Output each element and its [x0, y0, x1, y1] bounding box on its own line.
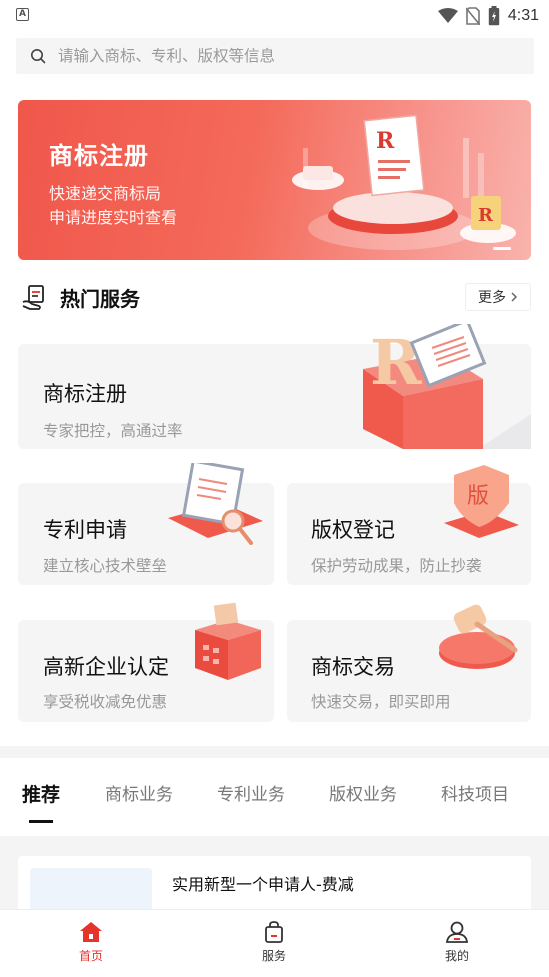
copyright-shield-illustration: 版 — [444, 465, 519, 538]
list-item[interactable]: 实用新型一个申请人-费减 — [18, 856, 531, 916]
card-subtitle: 享受税收减免优惠 — [43, 693, 168, 711]
nav-service[interactable]: 服务 — [234, 920, 314, 964]
wifi-icon — [437, 8, 458, 23]
no-sim-icon — [465, 7, 480, 25]
services-hand-icon — [22, 285, 44, 310]
svg-text:版: 版 — [467, 484, 489, 509]
card-subtitle: 快速交易，即买即用 — [311, 693, 451, 711]
building-illustration — [195, 602, 261, 680]
tab-copyright[interactable]: 版权业务 — [329, 780, 397, 805]
tab-patent[interactable]: 专利业务 — [217, 780, 285, 805]
nav-home[interactable]: 首页 — [51, 920, 131, 964]
chevron-right-icon — [511, 292, 518, 302]
user-icon — [445, 921, 469, 943]
patent-doc-illustration — [168, 463, 263, 545]
svg-text:R: R — [376, 128, 395, 154]
card-subtitle: 专家把控，高通过率 — [43, 422, 183, 440]
home-icon — [80, 922, 102, 942]
service-card-trademark-trade[interactable]: 商标交易 快速交易，即买即用 — [287, 604, 531, 722]
card-title: 版权登记 — [311, 518, 395, 542]
search-bar[interactable] — [16, 38, 534, 74]
section-divider — [0, 746, 549, 758]
service-card-patent[interactable]: 专利申请 建立核心技术壁垒 — [18, 463, 274, 585]
notification-a-icon: A — [16, 8, 29, 21]
hot-services-header: 热门服务 更多 — [18, 280, 531, 314]
list-item-title: 实用新型一个申请人-费减 — [172, 875, 354, 894]
service-card-trademark[interactable]: 商标注册 专家把控，高通过率 R — [18, 324, 531, 449]
card-title: 高新企业认定 — [43, 655, 169, 679]
promo-banner[interactable]: 商标注册 快速递交商标局 申请进度实时查看 R R — [18, 100, 531, 260]
svg-text:R: R — [478, 205, 494, 226]
more-label: 更多 — [478, 290, 506, 306]
service-card-hightech[interactable]: 高新企业认定 享受税收减免优惠 — [18, 602, 274, 722]
card-title: 商标交易 — [311, 655, 395, 679]
status-bar: A 4:31 — [0, 0, 549, 32]
svg-text:R: R — [370, 326, 422, 399]
search-icon — [31, 49, 46, 64]
trademark-r-illustration: R — [363, 324, 531, 449]
card-title: 商标注册 — [43, 382, 127, 406]
card-title: 专利申请 — [43, 518, 127, 542]
category-tabs: 推荐 商标业务 专利业务 版权业务 科技项目 — [0, 758, 549, 836]
nav-home-label: 首页 — [78, 949, 103, 963]
section-title: 热门服务 — [60, 287, 140, 311]
trademark-illustration: R R — [292, 114, 516, 250]
active-tab-indicator — [29, 820, 53, 823]
tab-recommend[interactable]: 推荐 — [22, 780, 60, 807]
nav-service-label: 服务 — [261, 949, 286, 963]
banner-title: 商标注册 — [49, 142, 149, 170]
bag-icon — [265, 921, 283, 943]
battery-icon — [488, 6, 500, 26]
tab-tech-project[interactable]: 科技项目 — [441, 780, 509, 805]
clock: 4:31 — [507, 7, 539, 24]
card-subtitle: 保护劳动成果，防止抄袭 — [311, 557, 482, 575]
nav-mine[interactable]: 我的 — [417, 920, 497, 964]
card-subtitle: 建立核心技术壁垒 — [43, 557, 168, 575]
more-button[interactable]: 更多 — [465, 283, 531, 311]
banner-line-1: 快速递交商标局 — [49, 184, 162, 203]
carousel-indicator — [493, 247, 511, 250]
search-input[interactable] — [58, 47, 498, 65]
service-card-copyright[interactable]: 版权登记 保护劳动成果，防止抄袭 版 — [287, 465, 531, 585]
tab-trademark[interactable]: 商标业务 — [105, 780, 173, 805]
banner-line-2: 申请进度实时查看 — [49, 208, 178, 227]
product-list: 实用新型一个申请人-费减 — [0, 836, 549, 916]
gavel-illustration — [439, 604, 518, 669]
nav-mine-label: 我的 — [444, 949, 469, 963]
bottom-nav: 首页 服务 我的 — [0, 909, 549, 977]
